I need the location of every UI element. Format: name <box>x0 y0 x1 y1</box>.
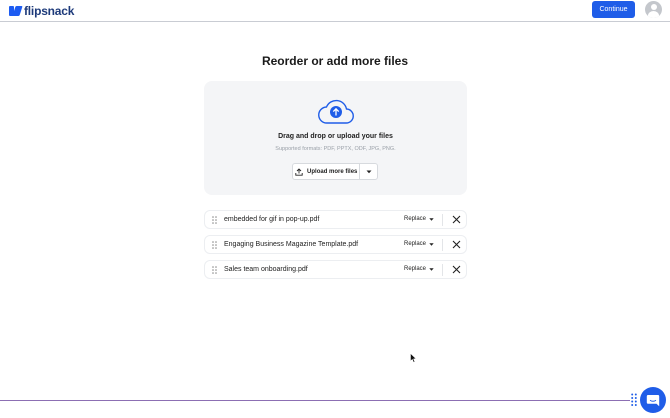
upload-more-files-button[interactable]: Upload more files <box>293 164 361 179</box>
replace-dropdown[interactable]: Replace <box>404 216 434 222</box>
drag-handle-icon[interactable] <box>212 241 217 249</box>
upload-options-dropdown[interactable] <box>360 164 377 179</box>
mouse-cursor-icon <box>410 353 417 363</box>
file-name: Engaging Business Magazine Template.pdf <box>224 241 359 248</box>
continue-button[interactable]: Continue <box>592 1 635 18</box>
replace-dropdown[interactable]: Replace <box>404 241 434 247</box>
user-avatar-icon[interactable] <box>645 1 662 18</box>
flipsnack-logo-icon <box>9 5 23 16</box>
upload-button-group: Upload more files <box>292 163 378 180</box>
divider <box>442 239 443 251</box>
upload-dropzone[interactable]: Drag and drop or upload your files Suppo… <box>204 81 467 195</box>
chevron-down-icon <box>429 242 434 246</box>
dropzone-title: Drag and drop or upload your files <box>278 133 393 140</box>
page-title: Reorder or add more files <box>261 54 409 68</box>
bottom-divider <box>0 400 630 401</box>
drag-handle-icon[interactable] <box>212 216 217 224</box>
drag-handle-icon[interactable] <box>212 266 217 274</box>
replace-label: Replace <box>404 216 427 222</box>
file-row[interactable]: embedded for gif in pop-up.pdf Replace <box>204 210 467 229</box>
chevron-down-icon <box>429 267 434 271</box>
cloud-upload-icon <box>318 99 354 124</box>
logo-text: flipsnack <box>24 3 75 18</box>
file-row[interactable]: Sales team onboarding.pdf Replace <box>204 260 467 279</box>
upload-icon <box>295 167 303 176</box>
divider <box>442 214 443 226</box>
close-icon[interactable] <box>452 215 461 224</box>
replace-label: Replace <box>404 241 427 247</box>
chevron-down-icon <box>366 170 372 173</box>
close-icon[interactable] <box>452 240 461 249</box>
supported-formats: Supported formats: PDF, PPTX, ODF, JPG, … <box>275 146 396 152</box>
file-name: embedded for gif in pop-up.pdf <box>224 216 320 223</box>
chat-icon <box>646 394 660 406</box>
upload-label: Upload more files <box>307 168 358 175</box>
chat-button[interactable] <box>640 387 666 413</box>
file-row[interactable]: Engaging Business Magazine Template.pdf … <box>204 235 467 254</box>
file-name: Sales team onboarding.pdf <box>224 266 308 273</box>
grip-icon[interactable] <box>631 393 637 406</box>
close-icon[interactable] <box>452 265 461 274</box>
chevron-down-icon <box>429 217 434 221</box>
top-header: flipsnack Continue <box>0 0 670 22</box>
flipsnack-logo[interactable]: flipsnack <box>9 3 75 18</box>
replace-dropdown[interactable]: Replace <box>404 266 434 272</box>
divider <box>442 264 443 276</box>
replace-label: Replace <box>404 266 427 272</box>
